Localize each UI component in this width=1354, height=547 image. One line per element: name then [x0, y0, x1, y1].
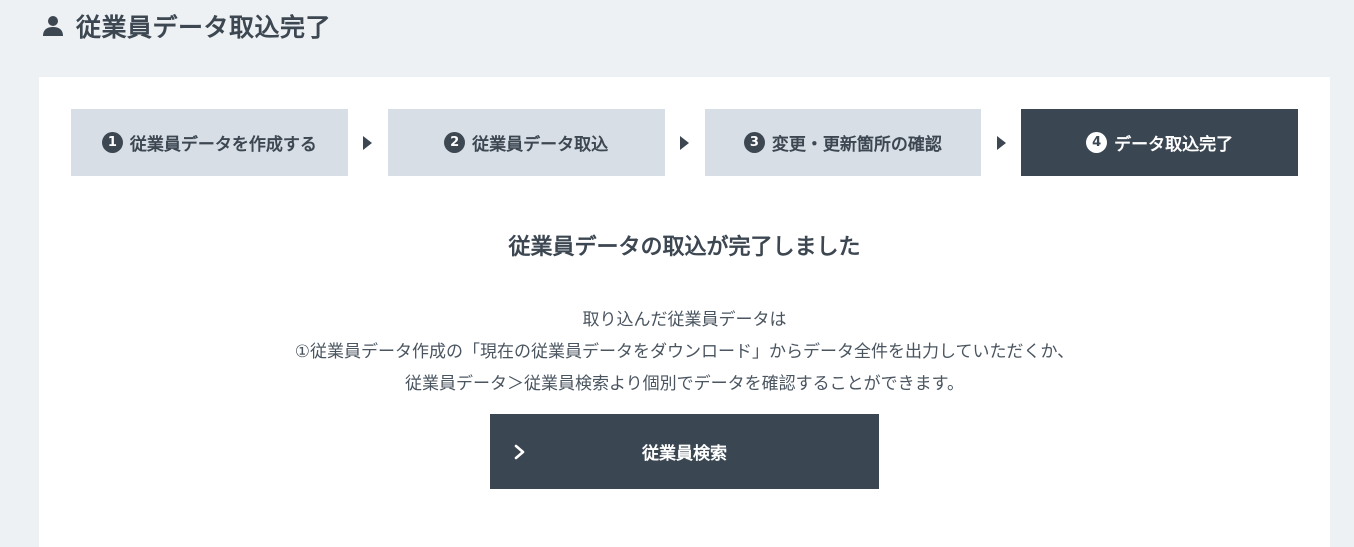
step-number: 3 [743, 132, 765, 153]
step-label: 従業員データを作成する [129, 135, 317, 155]
completion-title: 従業員データの取込が完了しました [508, 235, 861, 260]
step-1: 1 従業員データを作成する [71, 109, 348, 176]
page-title: 従業員データ取込完了 [76, 13, 332, 42]
person-icon [43, 16, 63, 36]
employee-search-label: 従業員検索 [642, 444, 727, 464]
page-header: 従業員データ取込完了 [40, 6, 331, 46]
content-card: 1 従業員データを作成する 2 従業員データ取込 3 変更・更新箇所の確認 4 … [39, 77, 1330, 547]
step-4-active: 4 データ取込完了 [1021, 109, 1299, 176]
step-number: 4 [1086, 132, 1108, 153]
step-arrow-icon [348, 109, 388, 176]
completion-description: 取り込んだ従業員データは ①従業員データ作成の「現在の従業員データをダウンロード… [39, 304, 1330, 400]
step-number: 2 [444, 132, 466, 153]
description-line: 取り込んだ従業員データは [582, 310, 787, 330]
step-2: 2 従業員データ取込 [387, 109, 665, 176]
description-line: ①従業員データ作成の「現在の従業員データをダウンロード」からデータ全件を出力して… [294, 342, 1075, 362]
employee-search-button[interactable]: 従業員検索 [490, 414, 879, 489]
step-3: 3 変更・更新箇所の確認 [704, 109, 982, 176]
step-arrow-icon [981, 109, 1021, 176]
step-label: 従業員データ取込 [472, 135, 609, 155]
progress-steps: 1 従業員データを作成する 2 従業員データ取込 3 変更・更新箇所の確認 4 … [71, 109, 1299, 176]
step-arrow-icon [665, 109, 705, 176]
step-number: 1 [101, 132, 123, 153]
description-line: 従業員データ＞従業員検索より個別でデータを確認することができます。 [405, 374, 964, 394]
step-label: 変更・更新箇所の確認 [771, 135, 942, 155]
step-label: データ取込完了 [1114, 135, 1234, 155]
chevron-right-icon [514, 444, 525, 460]
